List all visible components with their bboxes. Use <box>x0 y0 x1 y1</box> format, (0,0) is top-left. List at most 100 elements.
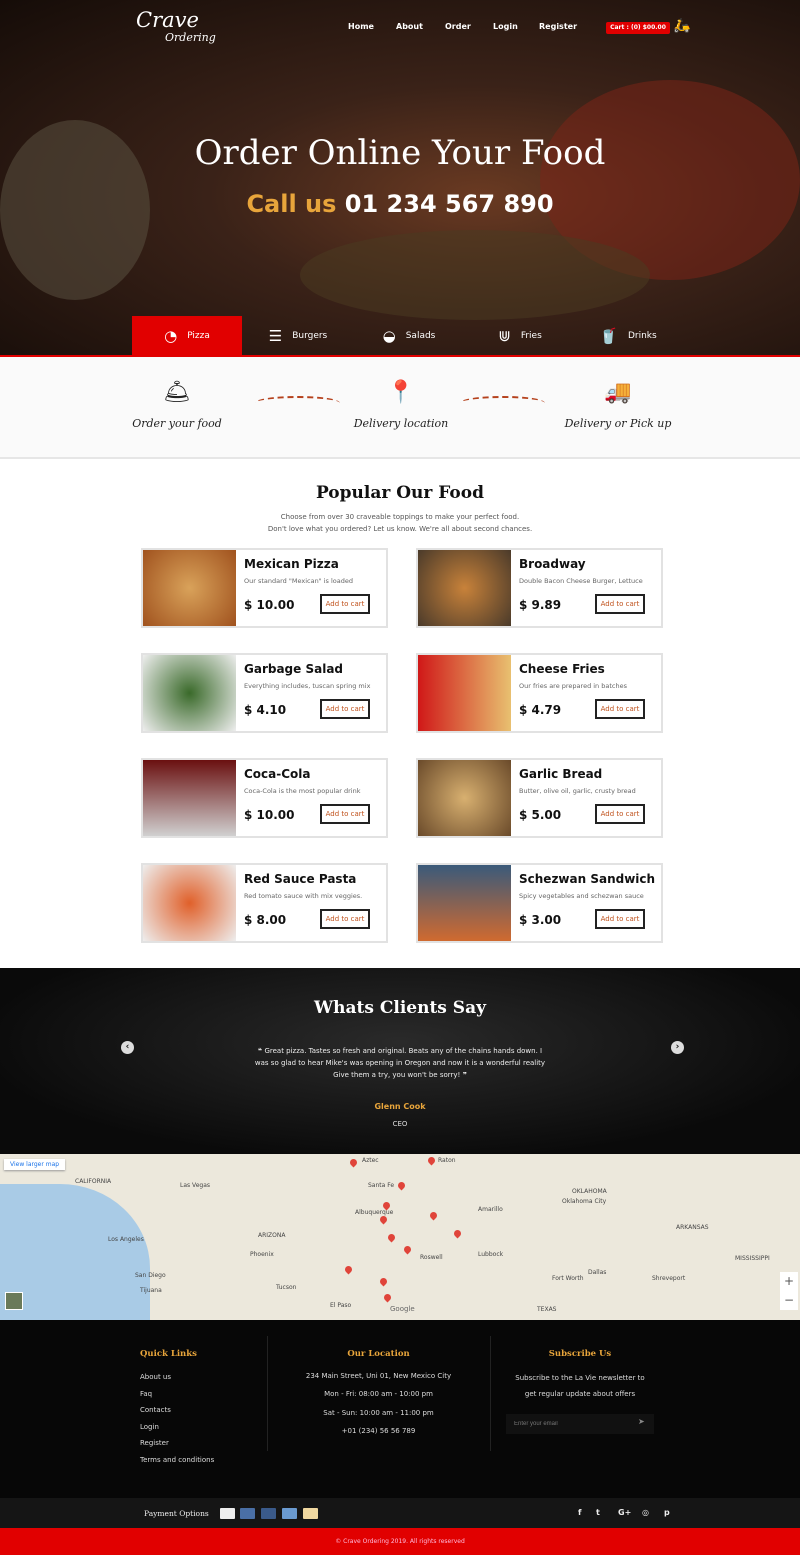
subscribe-title: Subscribe Us <box>548 1349 612 1359</box>
map-pin-icon[interactable] <box>343 1264 354 1275</box>
map-label: Oklahoma City <box>562 1198 607 1205</box>
email-input[interactable] <box>506 1414 654 1434</box>
mastercard-icon <box>240 1508 255 1519</box>
food-price: $ 10.00 <box>244 808 295 822</box>
add-to-cart-button[interactable]: Add to cart <box>595 594 645 614</box>
add-to-cart-button[interactable]: Add to cart <box>595 804 645 824</box>
food-name: Red Sauce Pasta <box>244 872 357 886</box>
add-to-cart-button[interactable]: Add to cart <box>320 909 370 929</box>
payment-bar <box>0 1498 800 1528</box>
food-card: Cheese Fries Our fries are prepared in b… <box>416 653 663 733</box>
satellite-toggle[interactable] <box>5 1292 23 1310</box>
map-label: San Diego <box>135 1272 166 1279</box>
tab-label: Pizza <box>187 331 210 341</box>
cart-button[interactable]: Cart : (0) $00.00 <box>606 22 670 34</box>
footer-link[interactable]: Terms and conditions <box>140 1456 214 1464</box>
food-card: Broadway Double Bacon Cheese Burger, Let… <box>416 548 663 628</box>
footer-link[interactable]: Contacts <box>140 1406 171 1414</box>
map-pin-icon[interactable] <box>378 1276 389 1287</box>
food-card: Red Sauce Pasta Red tomato sauce with mi… <box>141 863 388 943</box>
dashed-arrow <box>460 396 545 410</box>
add-to-cart-button[interactable]: Add to cart <box>320 594 370 614</box>
zoom-in-icon[interactable]: + <box>780 1272 798 1291</box>
tab-label: Drinks <box>627 331 657 341</box>
location-line: Sat - Sun: 10:00 am - 11:00 pm <box>323 1408 434 1417</box>
food-description: Coca-Cola is the most popular drink <box>244 787 361 795</box>
location-line: +01 (234) 56 56 789 <box>341 1426 416 1435</box>
food-image <box>143 655 236 731</box>
tab-fries[interactable]: ⋓ Fries <box>465 316 575 356</box>
add-to-cart-button[interactable]: Add to cart <box>320 699 370 719</box>
next-arrow-icon[interactable]: › <box>671 1041 684 1054</box>
food-name: Coca-Cola <box>244 767 311 781</box>
google-plus-icon[interactable]: G+ <box>618 1508 631 1517</box>
delivery-truck-icon: 🚚 <box>604 380 632 405</box>
facebook-icon[interactable]: f <box>578 1508 581 1517</box>
nav-login[interactable]: Login <box>493 22 518 31</box>
food-description: Red tomato sauce with mix veggies. <box>244 892 363 900</box>
nav-order[interactable]: Order <box>445 22 471 31</box>
map-pin-icon[interactable] <box>348 1157 359 1168</box>
map-pin-icon[interactable] <box>382 1292 393 1303</box>
map-pin-icon[interactable] <box>452 1228 463 1239</box>
nav-register[interactable]: Register <box>539 22 577 31</box>
food-card: Mexican Pizza Our standard "Mexican" is … <box>141 548 388 628</box>
quote-text: Great pizza. Tastes so fresh and origina… <box>254 1047 546 1079</box>
step-label: Delivery location <box>353 417 449 430</box>
pinterest-icon[interactable]: p <box>664 1508 670 1517</box>
payment-label: Payment Options <box>144 1509 209 1518</box>
food-description: Butter, olive oil, garlic, crusty bread <box>519 787 636 795</box>
food-price: $ 9.89 <box>519 598 562 612</box>
dashed-arrow <box>255 396 340 410</box>
testimonial-author: Glenn Cook <box>374 1102 426 1111</box>
map-pin-icon[interactable] <box>426 1155 437 1166</box>
popular-subtitle: Choose from over 30 craveable toppings t… <box>280 513 520 521</box>
add-to-cart-button[interactable]: Add to cart <box>320 804 370 824</box>
add-to-cart-button[interactable]: Add to cart <box>595 699 645 719</box>
twitter-icon[interactable]: t <box>596 1508 600 1517</box>
food-name: Mexican Pizza <box>244 557 339 571</box>
map-label: OKLAHOMA <box>572 1188 607 1195</box>
map-pin-icon[interactable] <box>402 1244 413 1255</box>
zoom-controls[interactable]: + − <box>780 1272 798 1310</box>
footer-link[interactable]: Register <box>140 1439 169 1447</box>
instagram-icon[interactable]: ◎ <box>642 1508 649 1517</box>
subscribe-text: Subscribe to the La Vie newsletter to <box>515 1374 645 1382</box>
footer-link[interactable]: Login <box>140 1423 159 1431</box>
zoom-out-icon[interactable]: − <box>780 1291 798 1310</box>
tab-pizza[interactable]: ◔ Pizza <box>132 316 242 356</box>
drink-icon: 🥤 <box>599 327 618 345</box>
map-pin-icon[interactable] <box>386 1232 397 1243</box>
food-image <box>418 760 511 836</box>
view-larger-map-link[interactable]: View larger map <box>4 1159 66 1170</box>
nav-about[interactable]: About <box>396 22 423 31</box>
tab-drinks[interactable]: 🥤 Drinks <box>573 316 683 356</box>
subscribe-text: get regular update about offers <box>524 1390 636 1398</box>
food-name: Broadway <box>519 557 586 571</box>
tab-burgers[interactable]: ☰ Burgers <box>243 316 353 356</box>
map-label: TEXAS <box>537 1306 557 1313</box>
send-icon[interactable]: ➤ <box>638 1417 645 1426</box>
map[interactable]: View larger map CALIFORNIA Las Vegas Los A… <box>0 1154 800 1320</box>
map-label: Santa Fe <box>368 1182 395 1189</box>
food-name: Garbage Salad <box>244 662 343 676</box>
tab-salads[interactable]: ◒ Salads <box>354 316 464 356</box>
location-pin-icon: 📍 <box>387 380 415 405</box>
map-pin-icon[interactable] <box>378 1214 389 1225</box>
discover-icon <box>303 1508 318 1519</box>
map-pin-icon[interactable] <box>428 1210 439 1221</box>
add-to-cart-button[interactable]: Add to cart <box>595 909 645 929</box>
map-pin-icon[interactable] <box>396 1180 407 1191</box>
food-price: $ 3.00 <box>519 913 562 927</box>
prev-arrow-icon[interactable]: ‹ <box>121 1041 134 1054</box>
paypal-icon <box>220 1508 235 1519</box>
nav-home[interactable]: Home <box>348 22 374 31</box>
footer-link[interactable]: About us <box>140 1373 171 1381</box>
footer-link[interactable]: Faq <box>140 1390 152 1398</box>
testimonials-title: Whats Clients Say <box>314 998 486 1018</box>
logo[interactable]: Crave <box>136 8 199 32</box>
food-image <box>143 760 236 836</box>
food-image <box>143 550 236 626</box>
food-price: $ 8.00 <box>244 913 287 927</box>
food-description: Spicy vegetables and schezwan sauce <box>519 892 644 900</box>
